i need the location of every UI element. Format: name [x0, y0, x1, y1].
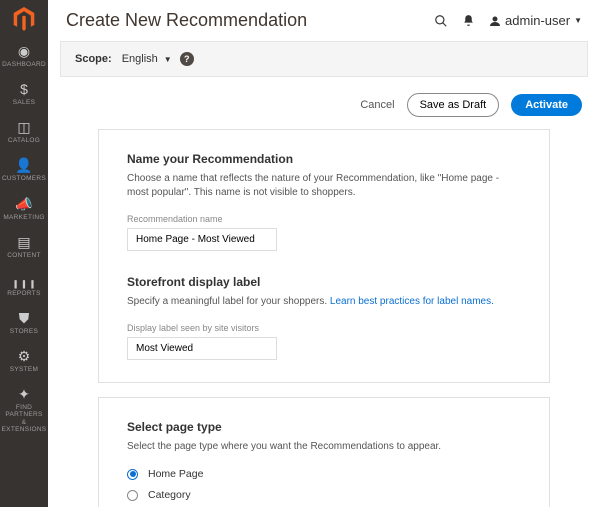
- nav-label: FIND PARTNERS& EXTENSIONS: [0, 404, 48, 433]
- notifications-icon[interactable]: [462, 14, 475, 27]
- display-field-label: Display label seen by site visitors: [127, 323, 521, 333]
- magento-logo[interactable]: [0, 0, 48, 38]
- nav-icon: ◫: [17, 120, 30, 134]
- username: admin-user: [505, 13, 570, 28]
- nav-label: STORES: [10, 328, 38, 335]
- display-label-input[interactable]: [127, 337, 277, 360]
- nav-system[interactable]: ⚙ SYSTEM: [0, 343, 48, 381]
- nav-icon: 👤: [15, 158, 32, 172]
- radio-icon: [127, 490, 138, 501]
- chevron-down-icon: ▼: [164, 55, 172, 64]
- page-type-option-home-page[interactable]: Home Page: [127, 468, 521, 480]
- name-field-label: Recommendation name: [127, 214, 521, 224]
- nav-content[interactable]: ▤ CONTENT: [0, 229, 48, 267]
- nav-label: CONTENT: [7, 252, 41, 259]
- nav-catalog[interactable]: ◫ CATALOG: [0, 114, 48, 152]
- nav-icon: ⛊: [19, 311, 30, 325]
- scope-selector[interactable]: English ▼: [122, 53, 180, 65]
- radio-icon: [127, 469, 138, 480]
- nav-label: CATALOG: [8, 137, 40, 144]
- nav-icon: ⚙: [18, 349, 31, 363]
- name-section-title: Name your Recommendation: [127, 152, 521, 166]
- page-type-panel: Select page type Select the page type wh…: [98, 397, 550, 507]
- account-menu[interactable]: admin-user ▼: [489, 13, 582, 28]
- display-section-desc: Specify a meaningful label for your shop…: [127, 295, 521, 309]
- admin-sidebar: ◉ DASHBOARD $ SALES ◫ CATALOG 👤 CUSTOMERS 📣 MARKE…: [0, 0, 48, 507]
- help-icon[interactable]: ?: [180, 52, 194, 66]
- cancel-button[interactable]: Cancel: [360, 99, 394, 111]
- chevron-down-icon: ▼: [574, 16, 582, 25]
- nav-stores[interactable]: ⛊ STORES: [0, 305, 48, 343]
- display-section-title: Storefront display label: [127, 275, 521, 289]
- nav-dashboard[interactable]: ◉ DASHBOARD: [0, 38, 48, 76]
- nav-icon: ▤: [17, 235, 30, 249]
- nav-label: DASHBOARD: [2, 61, 46, 68]
- nav-icon: ◉: [18, 44, 30, 58]
- nav-label: MARKETING: [3, 214, 44, 221]
- page-type-option-category[interactable]: Category: [127, 489, 521, 501]
- nav-label: REPORTS: [7, 290, 40, 297]
- save-draft-button[interactable]: Save as Draft: [407, 93, 500, 117]
- best-practices-link[interactable]: Learn best practices for label names.: [330, 296, 494, 307]
- page-type-desc: Select the page type where you want the …: [127, 440, 521, 454]
- nav-icon: $: [20, 82, 28, 96]
- main-content: Create New Recommendation admin-user ▼ S…: [48, 0, 600, 507]
- page-type-title: Select page type: [127, 420, 521, 434]
- page-title: Create New Recommendation: [66, 10, 420, 31]
- topbar: Create New Recommendation admin-user ▼: [48, 0, 600, 41]
- activate-button[interactable]: Activate: [511, 94, 582, 116]
- nav-icon: 📣: [15, 197, 32, 211]
- name-section-desc: Choose a name that reflects the nature o…: [127, 172, 521, 200]
- action-bar: Cancel Save as Draft Activate: [48, 77, 600, 129]
- scope-bar: Scope: English ▼ ?: [60, 41, 588, 77]
- scope-value: English: [122, 53, 158, 65]
- recommendation-name-input[interactable]: [127, 228, 277, 251]
- search-icon[interactable]: [434, 14, 448, 28]
- nav-label: SYSTEM: [10, 366, 39, 373]
- nav-reports[interactable]: ╻╻╻ REPORTS: [0, 267, 48, 305]
- nav-marketing[interactable]: 📣 MARKETING: [0, 191, 48, 229]
- nav-label: SALES: [13, 99, 35, 106]
- radio-label: Home Page: [148, 468, 203, 480]
- nav-findpartners[interactable]: ✦ FIND PARTNERS& EXTENSIONS: [0, 381, 48, 441]
- radio-label: Category: [148, 489, 191, 501]
- nav-icon: ✦: [18, 387, 30, 401]
- scope-label: Scope:: [75, 53, 112, 65]
- nav-icon: ╻╻╻: [11, 273, 36, 287]
- nav-label: CUSTOMERS: [2, 175, 46, 182]
- nav-sales[interactable]: $ SALES: [0, 76, 48, 114]
- nav-customers[interactable]: 👤 CUSTOMERS: [0, 152, 48, 190]
- recommendation-panel: Name your Recommendation Choose a name t…: [98, 129, 550, 383]
